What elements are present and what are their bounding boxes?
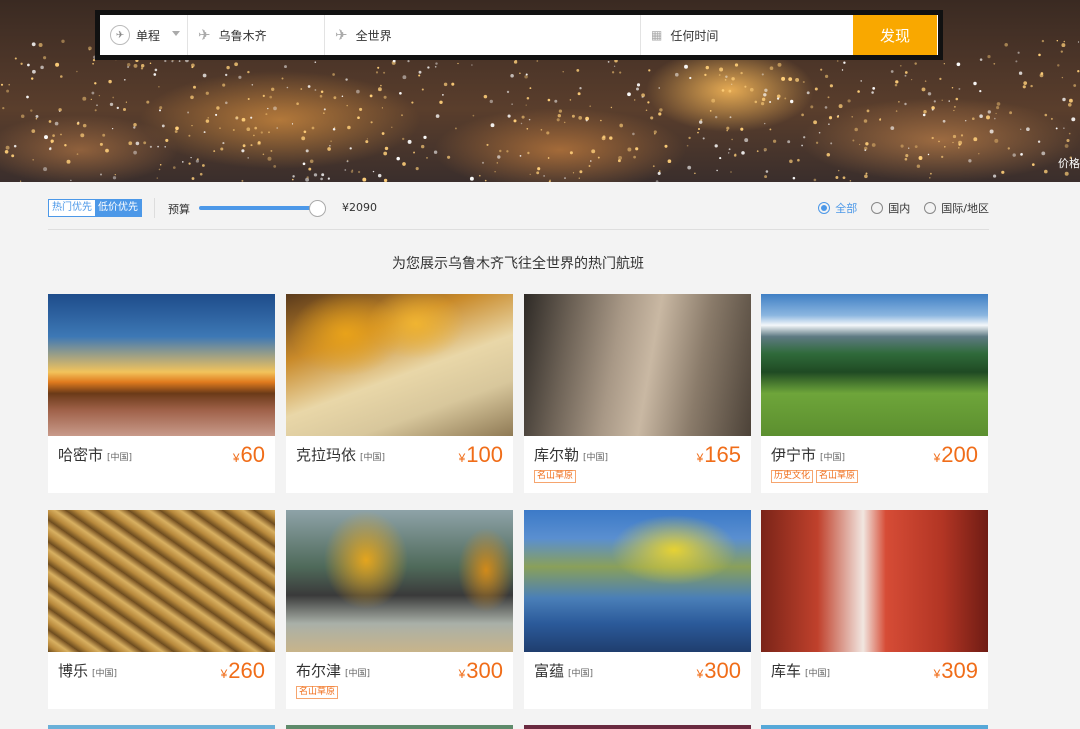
region-option-international[interactable]: 国际/地区: [924, 200, 989, 216]
hero-banner: 价格 ✈ 单程 ✈ 乌鲁木齐 ✈ 全世界 ▦ 任何时间 发现: [0, 0, 1080, 182]
destination-card[interactable]: 库车 [中国] ¥309: [761, 510, 988, 709]
tag-badge: 名山草原: [816, 470, 859, 483]
destination-card[interactable]: 博乐 [中国] ¥260: [48, 510, 275, 709]
region-option-domestic[interactable]: 国内: [871, 200, 910, 216]
region-radio-group: 全部 国内 国际/地区: [804, 200, 989, 216]
budget-slider[interactable]: [199, 200, 327, 217]
radio-icon: [924, 202, 937, 214]
next-row-image: [48, 725, 275, 729]
tag-badge: 历史文化: [771, 470, 814, 483]
origin-field[interactable]: ✈ 乌鲁木齐: [188, 15, 325, 55]
destination-value: 全世界: [355, 28, 392, 43]
destination-card[interactable]: 伊宁市 [中国] ¥200 历史文化 名山草原: [761, 294, 988, 493]
budget-label: 预算: [168, 203, 190, 216]
sort-hot-option[interactable]: 热门优先: [49, 200, 95, 216]
budget-slider-track: [199, 206, 319, 210]
filter-bar: 热门优先 低价优先 预算 ¥2090 全部 国内 国际/地区: [48, 196, 989, 230]
destination-image-river: [524, 510, 751, 652]
destination-name: 伊宁市 [中国]: [771, 446, 846, 464]
destination-tags: 名山草原: [296, 686, 339, 699]
destination-card[interactable]: 库尔勒 [中国] ¥165 名山草原: [524, 294, 751, 493]
next-row-image: [761, 725, 988, 729]
destination-name: 克拉玛依 [中国]: [296, 446, 386, 464]
results-headline: 为您展示乌鲁木齐飞往全世界的热门航班: [392, 256, 644, 272]
destination-tags: 名山草原: [534, 470, 577, 483]
destination-card[interactable]: 哈密市 [中国] ¥60: [48, 294, 275, 493]
divider: [154, 198, 155, 218]
chevron-down-icon: [172, 31, 180, 36]
destination-price: ¥260: [220, 658, 265, 683]
destination-field[interactable]: ✈ 全世界: [325, 15, 641, 55]
next-row-image: [524, 725, 751, 729]
budget-slider-handle[interactable]: [309, 200, 327, 217]
destination-card[interactable]: 富蕴 [中国] ¥300: [524, 510, 751, 709]
destination-image-hills: [48, 510, 275, 652]
destination-name: 库尔勒 [中国]: [534, 446, 609, 464]
search-bar: ✈ 单程 ✈ 乌鲁木齐 ✈ 全世界 ▦ 任何时间 发现: [95, 10, 943, 60]
sort-low-option[interactable]: 低价优先: [95, 200, 141, 216]
origin-value: 乌鲁木齐: [218, 28, 267, 43]
destination-image-village: [286, 510, 513, 652]
destination-price: ¥200: [933, 442, 978, 467]
destination-price: ¥60: [232, 442, 265, 467]
destination-card[interactable]: 布尔津 [中国] ¥300 名山草原: [286, 510, 513, 709]
takeoff-icon: ✈: [198, 26, 211, 44]
destination-price: ¥165: [696, 442, 741, 467]
destination-price: ¥300: [696, 658, 741, 683]
radio-icon: [818, 202, 831, 214]
destination-card[interactable]: 克拉玛依 [中国] ¥100: [286, 294, 513, 493]
destination-name: 布尔津 [中国]: [296, 662, 371, 680]
destination-image-rock-canyon: [524, 294, 751, 436]
date-value: 任何时间: [670, 28, 719, 43]
next-row-image: [286, 725, 513, 729]
destination-name: 富蕴 [中国]: [534, 662, 594, 680]
tag-badge: 名山草原: [296, 686, 339, 699]
date-field[interactable]: ▦ 任何时间: [641, 15, 853, 55]
destination-name: 哈密市 [中国]: [58, 446, 133, 464]
radio-icon: [871, 202, 884, 214]
destination-image-desert-sunset: [48, 294, 275, 436]
landing-icon: ✈: [335, 26, 348, 44]
region-option-all[interactable]: 全部: [818, 200, 857, 216]
destination-price: ¥100: [458, 442, 503, 467]
destination-image-red-canyon: [761, 510, 988, 652]
calendar-icon: ▦: [651, 28, 663, 42]
hero-corner-text: 价格: [1058, 157, 1080, 170]
trip-type-value: 单程: [136, 28, 161, 43]
destination-image-grassland: [761, 294, 988, 436]
sort-toggle: 热门优先 低价优先: [48, 199, 142, 217]
destination-price: ¥309: [933, 658, 978, 683]
tag-badge: 名山草原: [534, 470, 577, 483]
destination-name: 库车 [中国]: [771, 662, 831, 680]
destination-name: 博乐 [中国]: [58, 662, 118, 680]
destination-price: ¥300: [458, 658, 503, 683]
destination-image-poplar-canyon: [286, 294, 513, 436]
plane-icon: ✈: [110, 25, 130, 45]
find-button[interactable]: 发现: [853, 15, 937, 55]
trip-type-select[interactable]: ✈ 单程: [100, 15, 188, 55]
budget-value: ¥2090: [342, 201, 377, 214]
destination-tags: 历史文化 名山草原: [771, 470, 859, 483]
